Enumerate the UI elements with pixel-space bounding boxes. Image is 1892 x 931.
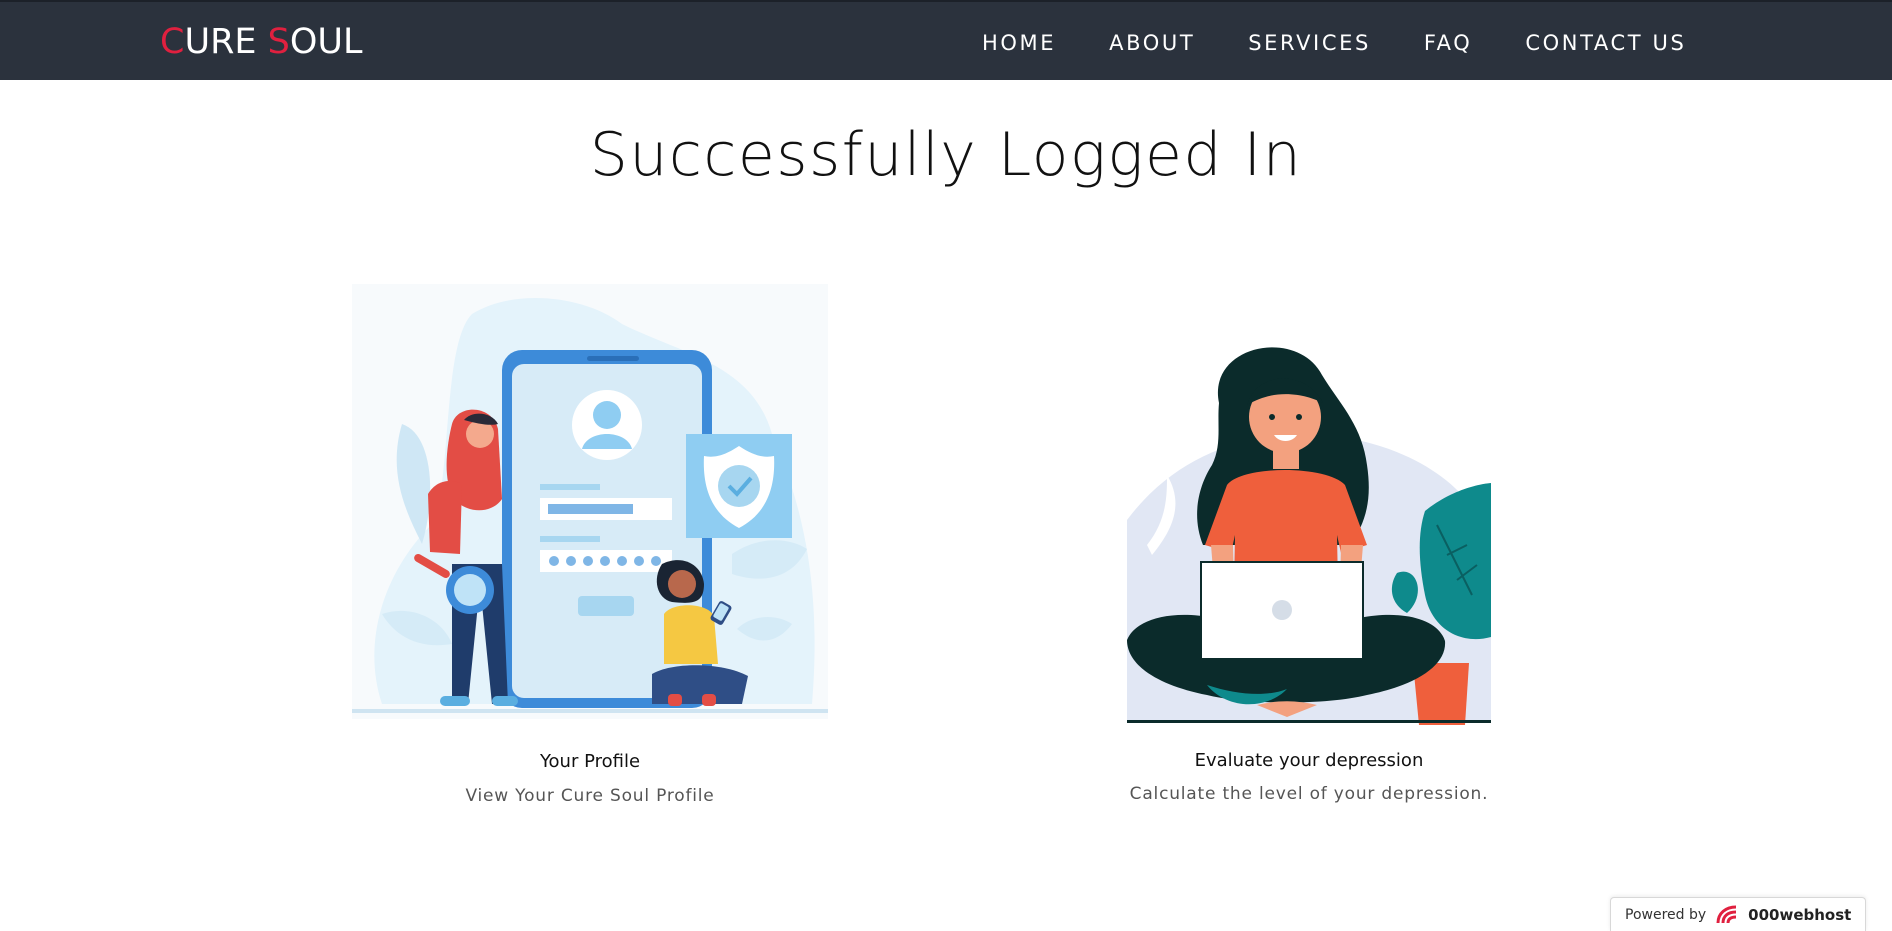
nav-link-home[interactable]: HOME: [982, 26, 1056, 60]
brand-logo[interactable]: CURE SOUL: [160, 20, 363, 64]
evaluate-illustration[interactable]: [1127, 345, 1491, 725]
hosting-badge[interactable]: Powered by 000webhost: [1610, 897, 1866, 931]
brand-text-ure: URE: [184, 22, 268, 62]
profile-illustration[interactable]: [352, 284, 828, 719]
badge-powered-by: Powered by: [1625, 906, 1707, 923]
nav-link-contact-us[interactable]: CONTACT US: [1525, 26, 1686, 60]
nav-link-services[interactable]: SERVICES: [1248, 26, 1371, 60]
brand-letter-s: S: [267, 22, 290, 62]
nav-menu: HOME ABOUT SERVICES FAQ CONTACT US: [982, 26, 1686, 60]
evaluate-card-text: Calculate the level of your depression.: [1129, 784, 1489, 804]
badge-host-name: 000webhost: [1748, 905, 1852, 924]
profile-card-title[interactable]: Your Profile: [352, 749, 828, 775]
webhost-logo-icon: [1716, 905, 1737, 923]
profile-card[interactable]: Your Profile View Your Cure Soul Profile: [352, 284, 828, 806]
brand-text-oul: OUL: [289, 22, 363, 62]
evaluate-card[interactable]: Evaluate your depression Calculate the l…: [1127, 345, 1491, 804]
page-title: Successfully Logged In: [589, 120, 1303, 190]
evaluate-card-title[interactable]: Evaluate your depression: [1047, 748, 1571, 774]
nav-link-about[interactable]: ABOUT: [1109, 26, 1195, 60]
navbar: CURE SOUL HOME ABOUT SERVICES FAQ CONTAC…: [0, 0, 1892, 80]
profile-card-text: View Your Cure Soul Profile: [465, 786, 715, 806]
brand-letter-c: C: [160, 22, 185, 62]
nav-link-faq[interactable]: FAQ: [1424, 26, 1472, 60]
